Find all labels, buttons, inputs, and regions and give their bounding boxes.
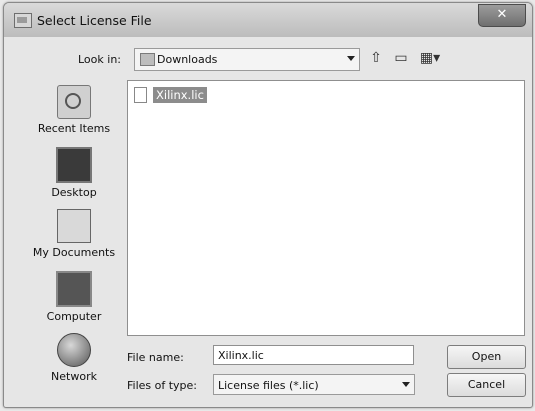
file-type-value: License files (*.lic) [218,379,319,392]
look-in-value: Downloads [157,53,218,66]
place-recent-items[interactable]: Recent Items [28,85,120,135]
place-label: My Documents [32,246,116,259]
list-item[interactable]: Xilinx.lic [134,86,207,104]
file-icon [134,87,147,103]
place-computer[interactable]: Computer [28,271,120,323]
recent-items-icon [57,85,91,119]
place-my-documents[interactable]: My Documents [28,209,120,259]
place-network[interactable]: Network [28,333,120,383]
file-type-label: Files of type: [127,379,198,392]
new-folder-icon[interactable]: ▭ [391,47,411,69]
computer-icon [56,271,92,307]
place-desktop[interactable]: Desktop [28,147,120,199]
file-type-dropdown[interactable]: License files (*.lic) [213,374,415,395]
network-icon [57,333,91,367]
look-in-dropdown[interactable]: Downloads [134,48,360,71]
dialog-title: Select License File [37,13,152,28]
close-button[interactable]: ✕ [478,4,526,27]
select-license-dialog: Select License File ✕ Look in: Downloads… [3,2,533,408]
open-button[interactable]: Open [447,345,526,369]
cancel-button[interactable]: Cancel [447,373,526,397]
chevron-down-icon[interactable] [347,56,355,61]
views-menu-icon[interactable]: ▦▾ [416,47,444,69]
place-label: Desktop [51,186,97,199]
app-icon [14,13,32,28]
file-name-label: File name: [127,351,184,364]
place-label: Computer [46,310,102,323]
chevron-down-icon[interactable] [402,382,410,387]
file-name-input[interactable] [213,345,414,365]
place-label: Network [51,370,97,383]
places-bar: Recent Items Desktop My Documents Comput… [28,79,120,407]
look-in-label: Look in: [78,53,121,66]
file-name: Xilinx.lic [153,87,207,103]
folder-icon [140,53,155,66]
up-one-level-icon[interactable]: ⇧ [366,47,386,69]
desktop-icon [56,147,92,183]
title-bar[interactable]: Select License File ✕ [4,3,532,37]
documents-icon [57,209,91,243]
place-label: Recent Items [37,122,111,135]
file-list[interactable]: Xilinx.lic [127,80,525,336]
